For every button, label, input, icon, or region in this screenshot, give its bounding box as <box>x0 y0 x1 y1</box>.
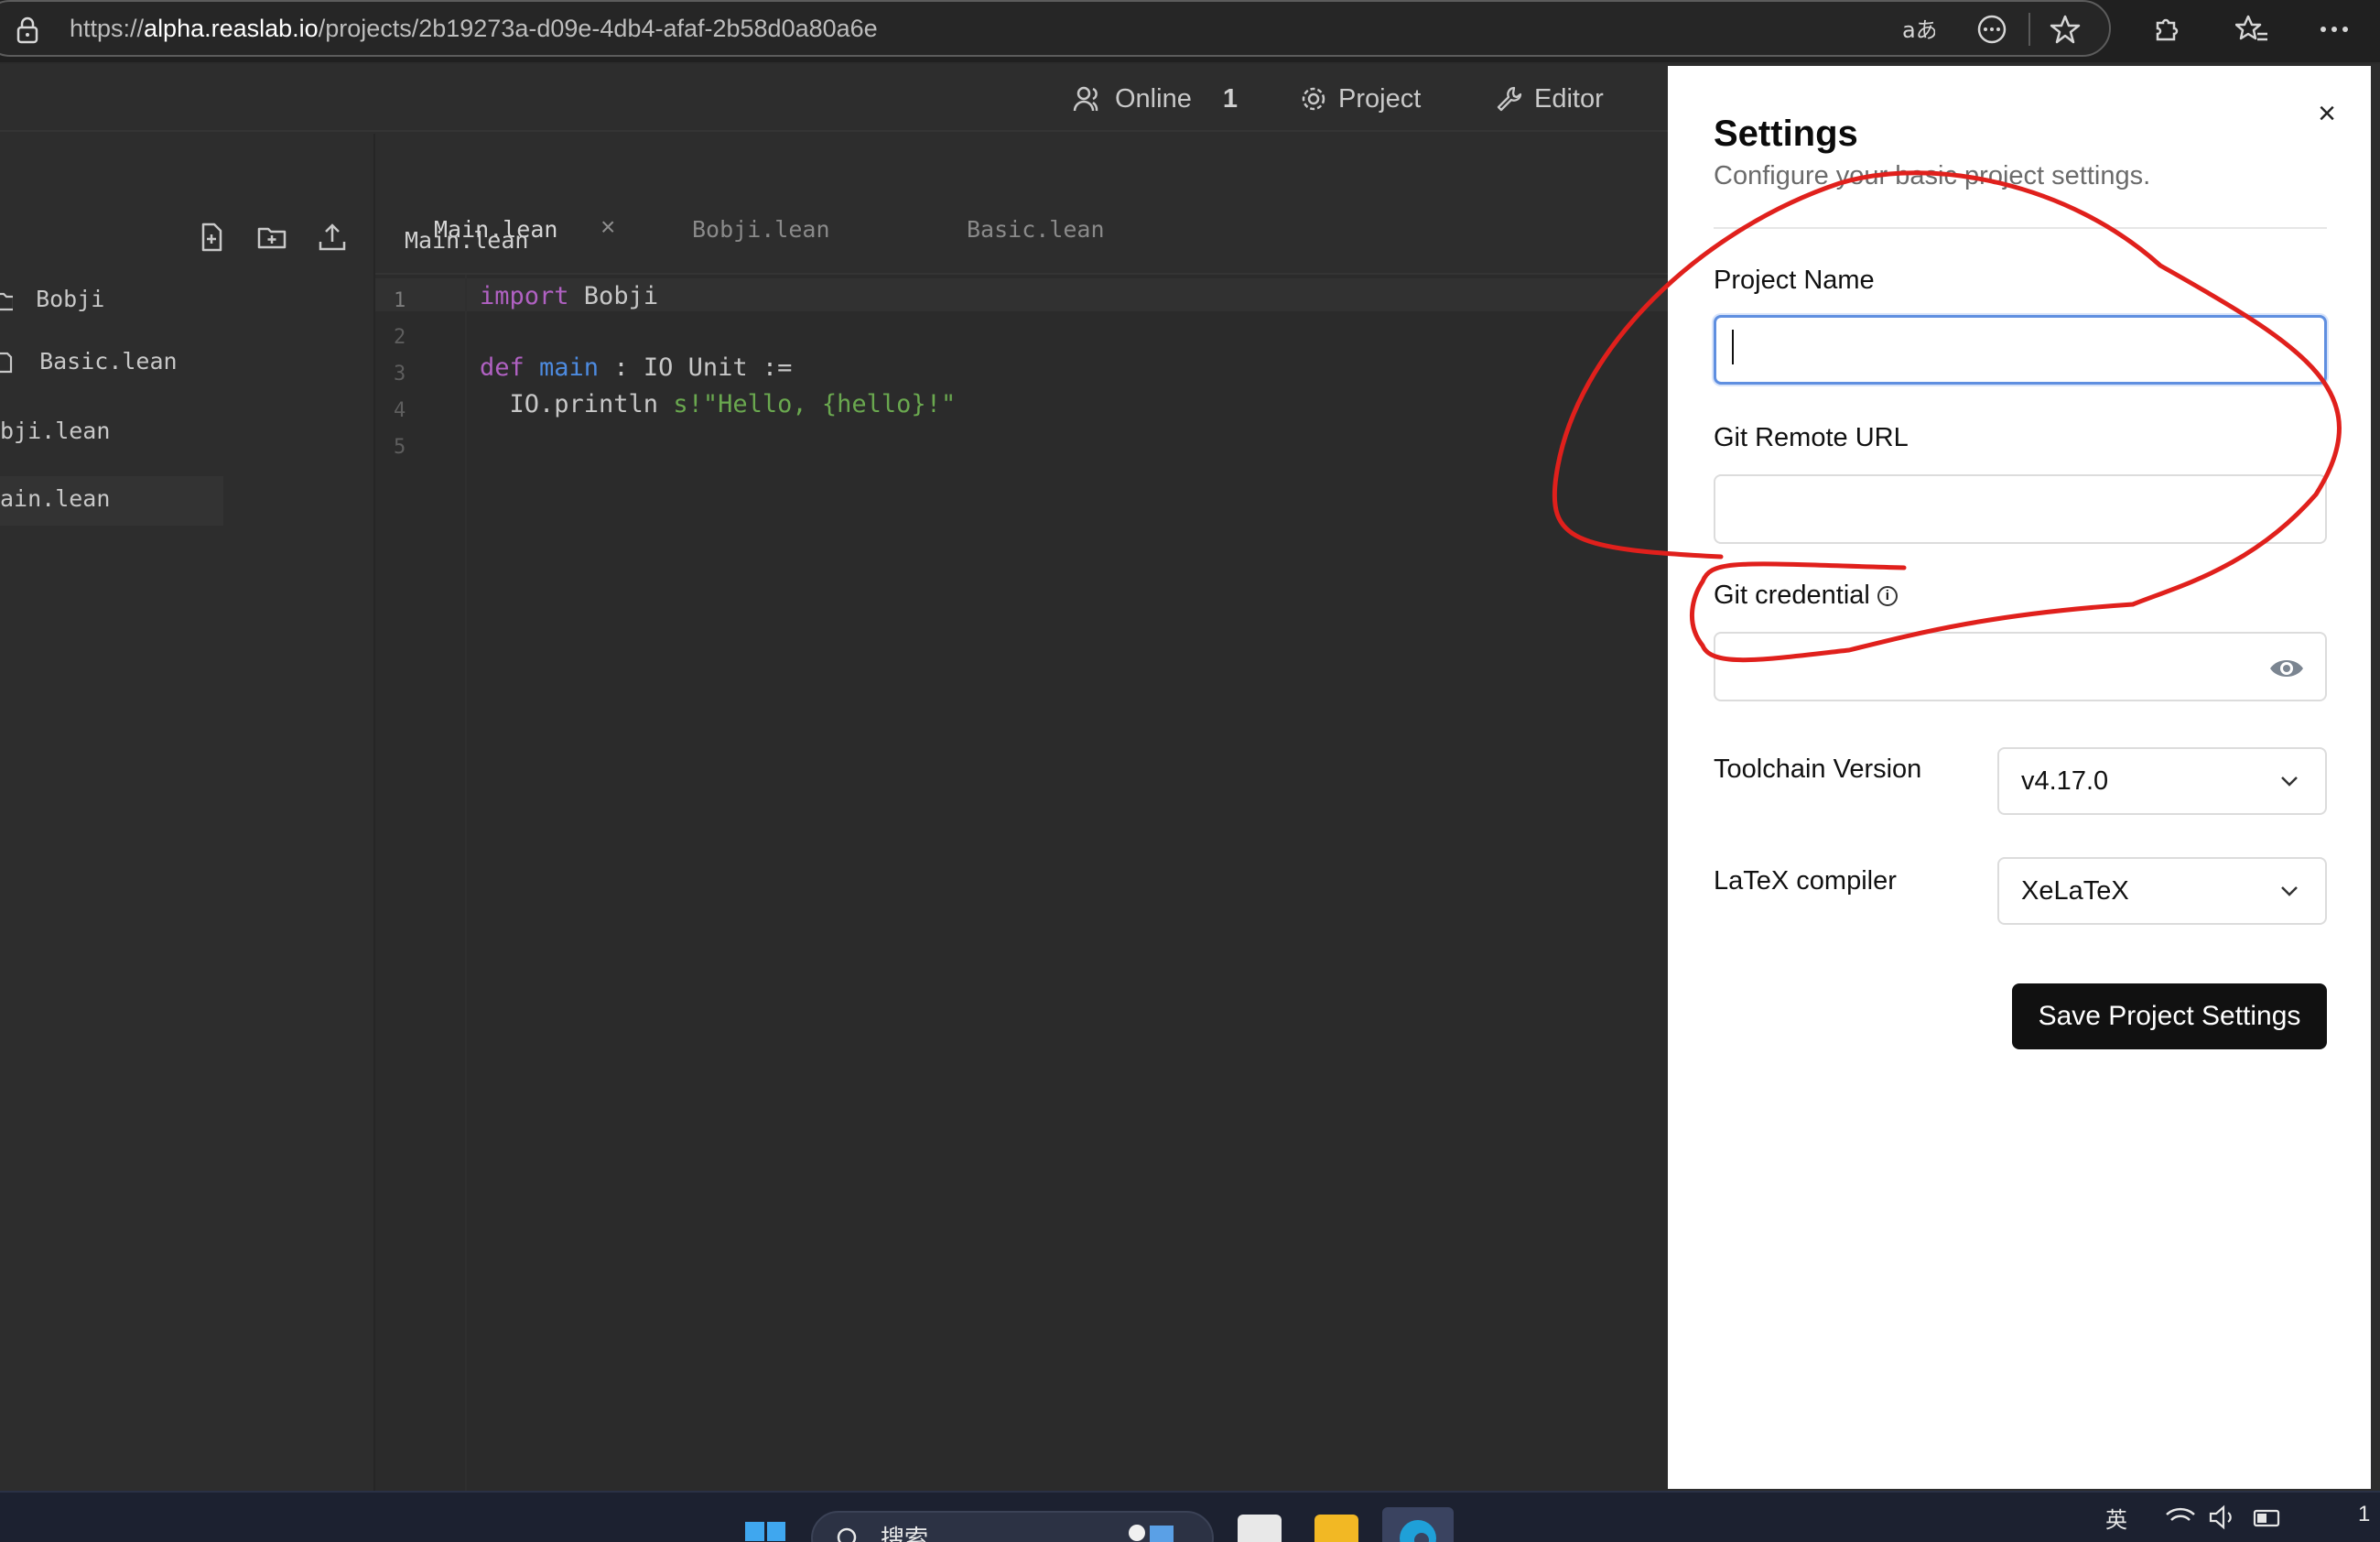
git-credential-label: Git credential i <box>1714 581 1898 611</box>
taskbar-app-icon[interactable] <box>1238 1515 1282 1542</box>
more-icon[interactable] <box>2316 11 2353 48</box>
wifi-icon[interactable] <box>2164 1504 2197 1531</box>
close-icon[interactable]: × <box>2309 95 2345 132</box>
chevron-down-icon <box>2281 776 2298 787</box>
file-icon <box>0 352 13 374</box>
project-button[interactable]: Project <box>1300 81 1421 117</box>
chevron-down-icon <box>2281 886 2298 896</box>
tab-close-icon[interactable]: × <box>600 212 615 242</box>
volume-icon[interactable] <box>2208 1504 2237 1531</box>
line-gutter: 1 2 3 4 5 <box>375 275 467 1491</box>
wrench-icon <box>1497 86 1522 112</box>
file-explorer-icon[interactable] <box>1314 1515 1358 1542</box>
address-bar[interactable]: https://alpha.reaslab.io/projects/2b1927… <box>0 0 2111 57</box>
project-name-label: Project Name <box>1714 266 1875 295</box>
online-label: Online <box>1115 83 1192 114</box>
users-icon <box>1073 86 1098 112</box>
extensions-icon[interactable] <box>2147 11 2184 48</box>
clock[interactable]: 1 <box>2358 1502 2370 1527</box>
favorites-icon[interactable] <box>2234 11 2270 48</box>
explorer-actions <box>196 222 348 253</box>
browser-toolbar: https://alpha.reaslab.io/projects/2b1927… <box>0 0 2380 62</box>
line-number: 3 <box>394 363 406 386</box>
favorite-star-icon[interactable] <box>2047 11 2083 48</box>
latex-label: LaTeX compiler <box>1714 866 1897 896</box>
code-editor[interactable]: 1 2 3 4 5 import Bobji def main : IO Uni… <box>375 273 1668 1491</box>
breadcrumb: Main.lean <box>405 227 529 254</box>
settings-title: Settings <box>1714 114 1858 154</box>
tree-folder-bobji[interactable]: Bobji <box>0 286 104 312</box>
page-menu-icon[interactable] <box>1974 11 2010 48</box>
tab-basic-lean[interactable]: Basic.lean <box>967 216 1105 243</box>
text-caret <box>1732 330 1734 364</box>
code-line-3: def main : IO Unit := <box>480 353 793 382</box>
toolbar-separator <box>2028 13 2030 46</box>
code-line-1: import Bobji <box>480 282 659 310</box>
settings-divider <box>1714 227 2327 229</box>
eye-icon[interactable] <box>2268 656 2305 681</box>
tab-bobji-lean[interactable]: Bobji.lean <box>692 216 830 243</box>
folder-icon <box>0 292 16 311</box>
tree-file-bobji[interactable]: bji.lean <box>0 418 110 444</box>
git-remote-label: Git Remote URL <box>1714 423 1909 452</box>
online-users-button[interactable]: Online 1 <box>1073 81 1238 117</box>
line-number: 4 <box>394 399 406 422</box>
edge-browser-icon[interactable] <box>1382 1507 1454 1542</box>
upload-icon[interactable] <box>317 222 348 253</box>
line-number: 1 <box>394 289 406 312</box>
app-topbar: Online 1 Project Editor <box>0 64 1668 132</box>
clock-widget-icon <box>1129 1525 1174 1542</box>
read-aloud-icon[interactable]: aあ <box>1900 11 1937 48</box>
search-icon <box>837 1527 857 1542</box>
windows-start-icon[interactable] <box>745 1522 785 1542</box>
editor-button[interactable]: Editor <box>1496 81 1604 117</box>
online-count: 1 <box>1222 83 1238 114</box>
code-line-4: IO.println s!"Hello, {hello}!" <box>480 390 957 418</box>
new-folder-icon[interactable] <box>256 222 287 253</box>
git-remote-input[interactable] <box>1714 474 2327 544</box>
new-file-icon[interactable] <box>196 222 227 253</box>
save-project-settings-button[interactable]: Save Project Settings <box>2012 983 2327 1049</box>
line-number: 2 <box>394 326 406 349</box>
toolchain-select[interactable]: v4.17.0 <box>1997 747 2327 815</box>
editor-label: Editor <box>1534 83 1604 114</box>
url-text[interactable]: https://alpha.reaslab.io/projects/2b1927… <box>70 15 878 43</box>
tree-file-basic[interactable]: Basic.lean <box>0 348 178 375</box>
battery-icon[interactable] <box>2252 1505 2285 1533</box>
input-language[interactable]: 英 <box>2105 1502 2127 1534</box>
taskbar-search[interactable]: 搜索 <box>811 1511 1214 1542</box>
svg-text:aあ: aあ <box>1902 17 1935 43</box>
editor-tabs: Main.lean × Bobji.lean Basic.lean <box>375 134 1668 271</box>
tree-file-main[interactable]: ain.lean <box>0 476 223 526</box>
settings-subtitle: Configure your basic project settings. <box>1714 161 2151 190</box>
os-taskbar: 搜索 英 1 <box>0 1491 2380 1542</box>
latex-select[interactable]: XeLaTeX <box>1997 857 2327 925</box>
line-number: 5 <box>394 436 406 459</box>
toolchain-label: Toolchain Version <box>1714 755 1922 784</box>
project-label: Project <box>1338 83 1422 114</box>
lock-icon[interactable] <box>15 16 40 44</box>
settings-panel: Settings Configure your basic project se… <box>1668 66 2371 1489</box>
project-name-input[interactable] <box>1714 315 2327 385</box>
file-explorer: Bobji Basic.lean bji.lean ain.lean <box>0 134 375 1491</box>
gear-icon <box>1302 87 1325 111</box>
info-icon[interactable]: i <box>1877 586 1898 607</box>
git-credential-input[interactable] <box>1714 632 2327 701</box>
